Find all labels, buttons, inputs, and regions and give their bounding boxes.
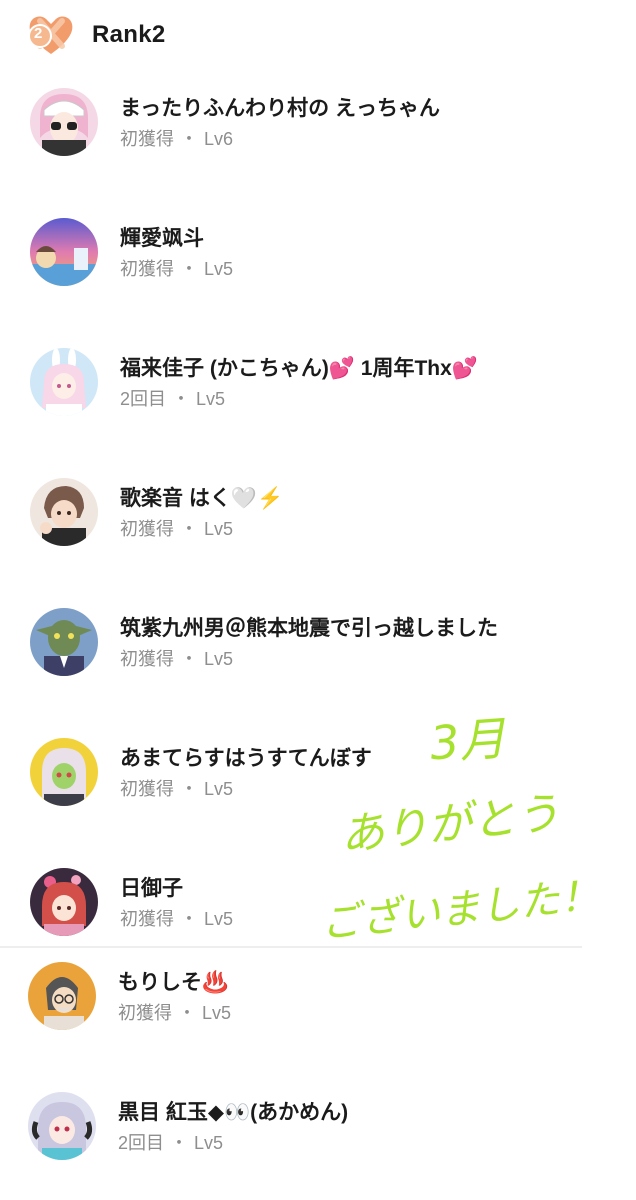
list-item[interactable]: まったりふんわり村の えっちゃん 初獲得・ Lv6 <box>30 88 440 156</box>
level: Lv5 <box>194 1132 224 1153</box>
level: Lv6 <box>204 128 234 149</box>
separator-dot: ・ <box>180 258 198 279</box>
level: Lv5 <box>204 258 234 279</box>
level: Lv5 <box>204 908 234 929</box>
list-item[interactable]: 歌楽音 はく🤍⚡️ 初獲得・ Lv5 <box>30 478 283 546</box>
user-name: 歌楽音 はく🤍⚡️ <box>120 486 284 510</box>
acquisition-meta: 初獲得・ Lv5 <box>120 648 498 670</box>
acquisition-label: 初獲得 <box>120 258 174 279</box>
level: Lv5 <box>196 388 226 409</box>
user-name: 福来佳子 (かこちゃん)💕 1周年Thx💕 <box>120 356 478 380</box>
rank-title: Rank2 <box>92 21 166 48</box>
acquisition-meta: 初獲得・ Lv5 <box>120 518 283 540</box>
list-item[interactable]: 日御子 初獲得・ Lv5 <box>30 868 233 936</box>
separator-dot: ・ <box>178 1002 196 1023</box>
avatar[interactable] <box>30 88 98 156</box>
user-name: 筑紫九州男＠熊本地震で引っ越しました <box>120 616 498 640</box>
acquisition-meta: 2回目・ Lv5 <box>118 1132 348 1154</box>
acquisition-meta: 初獲得・ Lv6 <box>120 128 440 150</box>
list-item[interactable]: 輝愛飒斗 初獲得・ Lv5 <box>30 218 233 286</box>
acquisition-label: 初獲得 <box>120 778 174 799</box>
acquisition-label: 初獲得 <box>118 1002 172 1023</box>
separator-dot: ・ <box>180 518 198 539</box>
ranking-page: 2 Rank2 まったりふんわり村の えっちゃん 初獲得・ Lv6 輝愛飒斗 初… <box>0 0 636 1200</box>
acquisition-label: 初獲得 <box>120 518 174 539</box>
acquisition-label: 初獲得 <box>120 648 174 669</box>
user-name: まったりふんわり村の えっちゃん <box>120 96 440 120</box>
list-item[interactable]: 筑紫九州男＠熊本地震で引っ越しました 初獲得・ Lv5 <box>30 608 498 676</box>
list-item[interactable]: 福来佳子 (かこちゃん)💕 1周年Thx💕 2回目・ Lv5 <box>30 348 478 416</box>
handwritten-line-3: ございました！ <box>318 872 601 947</box>
avatar[interactable] <box>30 348 98 416</box>
acquisition-label: 2回目 <box>120 388 167 409</box>
acquisition-meta: 初獲得・ Lv5 <box>120 908 233 930</box>
screenshot-seam-divider <box>0 946 582 948</box>
rank-badge-icon: 2 <box>26 12 76 58</box>
handwritten-line-1: 3月 <box>428 711 508 770</box>
acquisition-meta: 2回目・ Lv5 <box>120 388 478 410</box>
level: Lv5 <box>204 518 234 539</box>
rank-header: 2 Rank2 <box>26 12 166 58</box>
user-name: もりしそ♨️ <box>118 970 229 994</box>
avatar[interactable] <box>30 868 98 936</box>
list-item[interactable]: 黒目 紅玉◆👀(あかめん) 2回目・ Lv5 <box>28 1092 348 1160</box>
avatar[interactable] <box>30 608 98 676</box>
avatar[interactable] <box>30 218 98 286</box>
separator-dot: ・ <box>180 778 198 799</box>
user-name: 輝愛飒斗 <box>120 226 204 250</box>
avatar[interactable] <box>28 1092 96 1160</box>
avatar[interactable] <box>28 962 96 1030</box>
acquisition-meta: 初獲得・ Lv5 <box>120 778 372 800</box>
user-name: 黒目 紅玉◆👀(あかめん) <box>118 1100 349 1124</box>
level: Lv5 <box>204 648 234 669</box>
acquisition-label: 2回目 <box>118 1132 165 1153</box>
list-item[interactable]: もりしそ♨️ 初獲得・ Lv5 <box>28 962 231 1030</box>
avatar[interactable] <box>30 738 98 806</box>
separator-dot: ・ <box>170 1132 189 1153</box>
rank-number: 2 <box>34 25 43 42</box>
separator-dot: ・ <box>172 388 191 409</box>
list-item[interactable]: あまてらすはうすてんぼす 初獲得・ Lv5 <box>30 738 372 806</box>
acquisition-meta: 初獲得・ Lv5 <box>120 258 233 280</box>
acquisition-meta: 初獲得・ Lv5 <box>118 1002 231 1024</box>
separator-dot: ・ <box>180 908 198 929</box>
separator-dot: ・ <box>180 648 198 669</box>
acquisition-label: 初獲得 <box>120 128 174 149</box>
acquisition-label: 初獲得 <box>120 908 174 929</box>
level: Lv5 <box>202 1002 232 1023</box>
avatar[interactable] <box>30 478 98 546</box>
level: Lv5 <box>204 778 234 799</box>
separator-dot: ・ <box>180 128 198 149</box>
user-name: あまてらすはうすてんぼす <box>120 746 372 770</box>
user-name: 日御子 <box>120 876 183 900</box>
